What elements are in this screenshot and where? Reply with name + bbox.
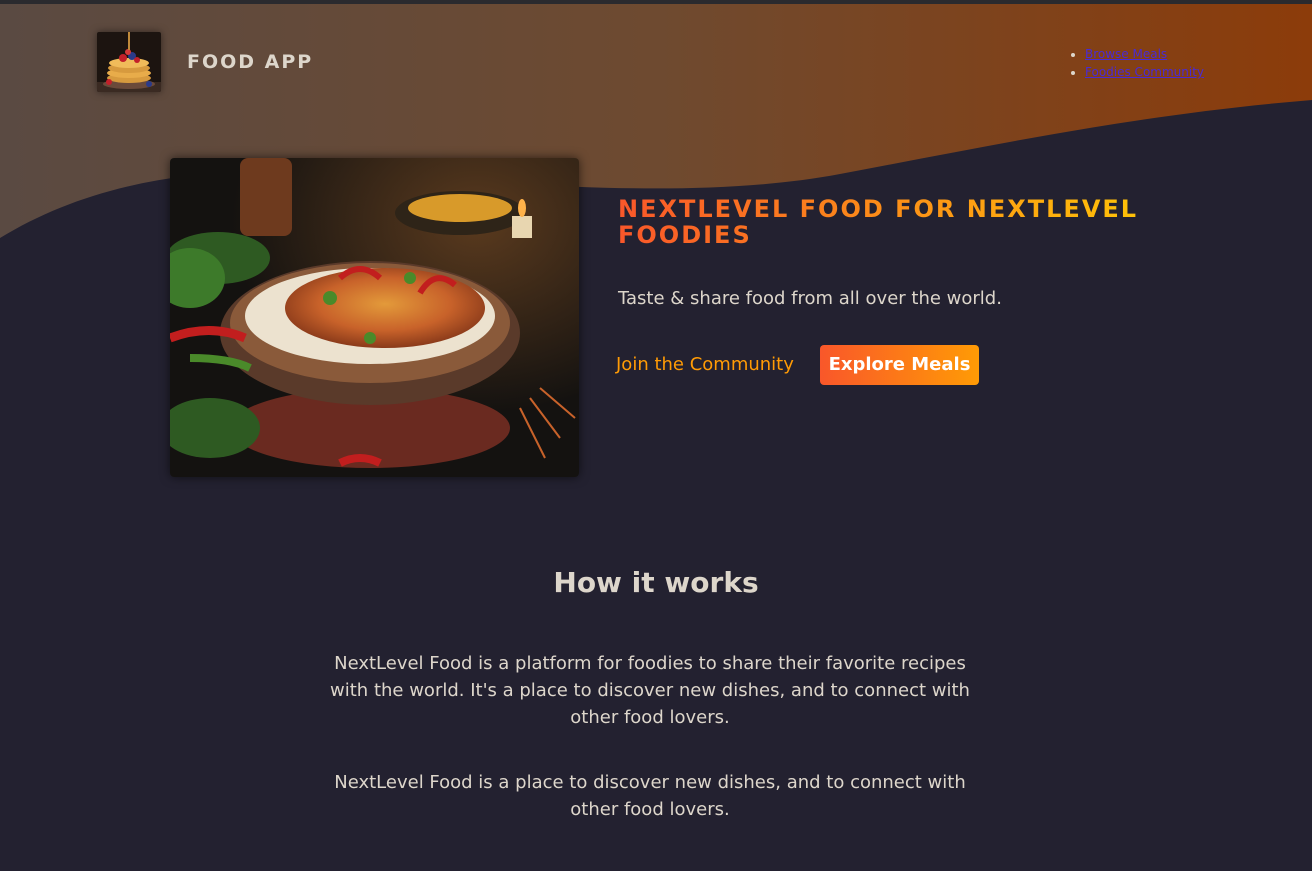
- hero-title: NEXTLEVEL FOOD FOR NEXTLEVEL FOODIES: [618, 196, 1178, 248]
- explore-meals-button[interactable]: Explore Meals: [820, 345, 979, 385]
- nav-link-browse-meals[interactable]: Browse Meals: [1085, 47, 1167, 61]
- nav-item-browse-meals: Browse Meals: [1085, 45, 1204, 63]
- pancake-logo-icon: [97, 32, 161, 92]
- logo-link[interactable]: FOOD APP: [97, 32, 313, 92]
- how-it-works-paragraph-1: NextLevel Food is a platform for foodies…: [330, 653, 970, 728]
- join-community-link[interactable]: Join the Community: [616, 354, 794, 375]
- main-nav: Browse Meals Foodies Community: [1072, 45, 1204, 81]
- nav-link-foodies-community[interactable]: Foodies Community: [1085, 65, 1204, 79]
- how-it-works-title: How it works: [553, 566, 759, 599]
- nav-item-foodies-community: Foodies Community: [1085, 63, 1204, 81]
- hero-tagline: Taste & share food from all over the wor…: [618, 288, 1002, 309]
- how-it-works-paragraph-2: NextLevel Food is a place to discover ne…: [334, 772, 966, 820]
- app-name: FOOD APP: [187, 51, 314, 73]
- hero-food-image: [170, 158, 579, 477]
